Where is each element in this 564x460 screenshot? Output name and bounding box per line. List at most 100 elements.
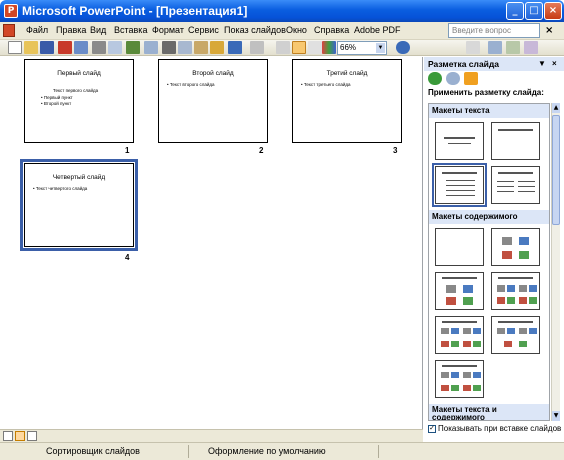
layout-title-slide[interactable] — [435, 122, 484, 160]
scroll-down-icon[interactable]: ▼ — [552, 411, 560, 421]
tools-icon[interactable] — [506, 41, 520, 54]
document-icon[interactable] — [3, 24, 15, 37]
layout-title-and-text[interactable] — [432, 163, 487, 207]
scroll-up-icon[interactable]: ▲ — [552, 103, 560, 113]
slide-bullet: • Текст второго слайда — [167, 82, 215, 87]
show-grid-icon[interactable] — [308, 41, 322, 54]
new-slide-icon[interactable] — [488, 41, 502, 54]
layout-scrollbar[interactable]: ▲ ▼ — [551, 103, 560, 421]
layout-gallery: Макеты текста Макеты содержимого Макеты … — [428, 103, 550, 421]
show-on-insert-option[interactable]: ✓ Показывать при вставке слайдов — [428, 424, 561, 433]
slide-title: Второй слайд — [192, 70, 234, 77]
task-pane-close-icon[interactable]: × — [552, 59, 557, 68]
task-pane-header: Разметка слайда ▼ × — [424, 57, 564, 71]
slide-title: Первый слайд — [57, 70, 101, 77]
undo-icon[interactable] — [228, 41, 242, 54]
paste-icon[interactable] — [194, 41, 208, 54]
layout-content[interactable] — [491, 228, 540, 266]
menu-view[interactable]: Вид — [90, 25, 106, 35]
layout-title-and-content[interactable] — [435, 272, 484, 310]
slide-bullet: • Второй пункт — [41, 101, 72, 106]
expand-all-icon[interactable] — [276, 41, 290, 54]
layout-title-and-two-content[interactable] — [491, 272, 540, 310]
menu-format[interactable]: Формат — [152, 25, 184, 35]
pdf-icon[interactable] — [58, 41, 72, 54]
back-icon[interactable] — [428, 72, 442, 85]
layout-title-four-content[interactable] — [435, 360, 484, 398]
slide-layout-task-pane: Разметка слайда ▼ × Применить разметку с… — [424, 57, 564, 437]
apply-layout-label: Применить разметку слайда: — [428, 88, 544, 97]
task-pane-menu-icon[interactable]: ▼ — [538, 59, 546, 68]
window-title: Microsoft PowerPoint - [Презентация1] — [22, 4, 248, 18]
powerpoint-app-icon[interactable]: P — [4, 4, 18, 18]
print-icon[interactable] — [92, 41, 106, 54]
slide-thumbnail-4[interactable]: Четвертый слайд • Текст четвертого слайд… — [20, 159, 138, 251]
layout-title-content-over-two[interactable] — [435, 316, 484, 354]
options-icon[interactable] — [524, 41, 538, 54]
cut-icon[interactable] — [162, 41, 176, 54]
task-pane-nav — [426, 72, 562, 86]
slide-title: Четвертый слайд — [52, 174, 106, 181]
slide-title: Третий слайд — [326, 70, 368, 77]
normal-view-icon[interactable] — [3, 431, 13, 441]
new-icon[interactable] — [8, 41, 22, 54]
menu-help[interactable]: Справка — [314, 25, 349, 35]
task-pane-title: Разметка слайда — [428, 59, 500, 69]
layout-title-two-over-content[interactable] — [491, 316, 540, 354]
layout-title-only[interactable] — [491, 122, 540, 160]
slide-sorter-area: Первый слайд Текст первого слайда • Перв… — [0, 57, 423, 429]
copy-icon[interactable] — [178, 41, 192, 54]
minimize-button[interactable]: _ — [506, 2, 524, 20]
menu-tools[interactable]: Сервис — [188, 25, 219, 35]
maximize-button[interactable]: □ — [525, 2, 543, 20]
slide-number-3: 3 — [393, 146, 398, 155]
document-close-button[interactable]: × — [545, 25, 553, 36]
forward-icon[interactable] — [446, 72, 460, 85]
chevron-down-icon[interactable]: ▼ — [376, 43, 385, 53]
spelling-icon[interactable] — [126, 41, 140, 54]
scroll-thumb[interactable] — [552, 115, 560, 225]
slide-number-1: 1 — [125, 146, 130, 155]
help-icon[interactable] — [396, 41, 410, 54]
menu-slideshow[interactable]: Показ слайдов — [224, 25, 286, 35]
print-preview-icon[interactable] — [108, 41, 122, 54]
checkbox-checked-icon[interactable]: ✓ — [428, 424, 436, 433]
menu-edit[interactable]: Правка — [56, 25, 86, 35]
layout-two-column-text[interactable] — [491, 166, 540, 204]
open-icon[interactable] — [24, 41, 38, 54]
redo-icon[interactable] — [250, 41, 264, 54]
menu-insert[interactable]: Вставка — [114, 25, 147, 35]
color-grayscale-icon[interactable] — [322, 41, 336, 54]
standard-toolbar: 66% ▼ — [0, 40, 564, 56]
format-painter-icon[interactable] — [210, 41, 224, 54]
slideshow-view-icon[interactable] — [27, 431, 37, 441]
slide-bullet: • Текст третьего слайда — [301, 82, 351, 87]
menu-window[interactable]: Окно — [286, 25, 307, 35]
show-on-insert-label: Показывать при вставке слайдов — [438, 424, 562, 433]
slide-bullet: • Первый пункт — [41, 95, 73, 100]
slide-thumbnail-1[interactable]: Первый слайд Текст первого слайда • Перв… — [24, 59, 134, 143]
slide-sorter-view-icon[interactable] — [15, 431, 25, 441]
layout-blank[interactable] — [435, 228, 484, 266]
zoom-value: 66% — [340, 43, 357, 52]
section-content-layouts: Макеты содержимого — [429, 210, 549, 224]
status-design: Оформление по умолчанию — [208, 446, 326, 456]
save-icon[interactable] — [40, 41, 54, 54]
email-icon[interactable] — [74, 41, 88, 54]
slide-thumbnail-2[interactable]: Второй слайд • Текст второго слайда — [158, 59, 268, 143]
design-icon[interactable] — [466, 41, 480, 54]
home-icon[interactable] — [464, 72, 478, 85]
help-search-input[interactable]: Введите вопрос — [448, 23, 540, 38]
menu-file[interactable]: Файл — [26, 25, 48, 35]
status-bar: Сортировщик слайдов Оформление по умолча… — [0, 442, 564, 460]
research-icon[interactable] — [144, 41, 158, 54]
show-formatting-icon[interactable] — [292, 41, 306, 54]
zoom-select[interactable]: 66% ▼ — [337, 41, 387, 55]
menu-adobe-pdf[interactable]: Adobe PDF — [354, 25, 401, 35]
status-language: русский (Россия) — [392, 446, 463, 456]
slide-bullet: • Текст четвертого слайда — [33, 186, 88, 191]
slide-thumbnail-3[interactable]: Третий слайд • Текст третьего слайда — [292, 59, 402, 143]
close-button[interactable]: × — [544, 2, 562, 20]
menu-bar: Файл Правка Вид Вставка Формат Сервис По… — [0, 22, 564, 40]
slide-number-4: 4 — [125, 253, 130, 262]
